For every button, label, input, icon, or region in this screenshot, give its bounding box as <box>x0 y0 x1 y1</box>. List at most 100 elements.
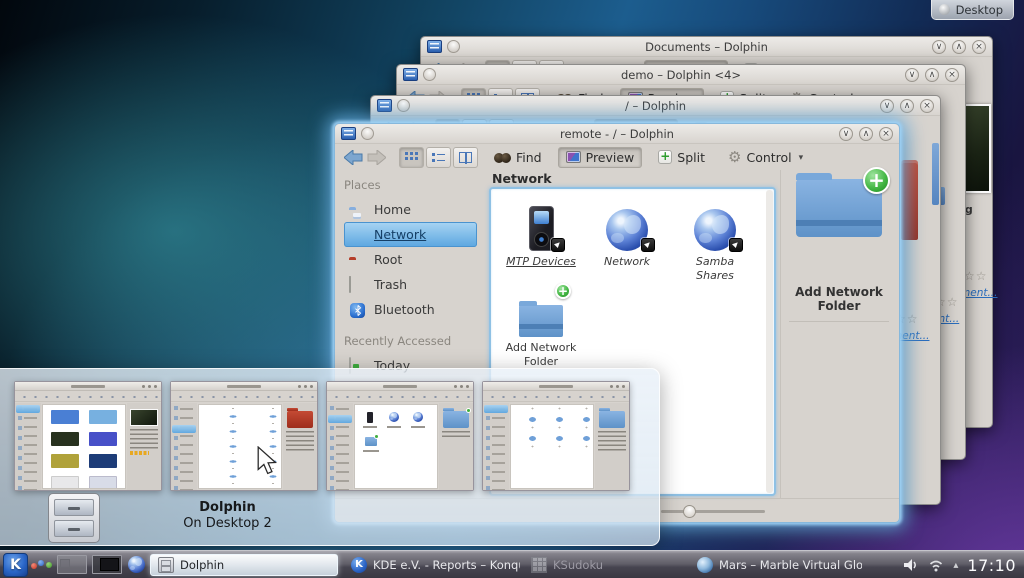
places-header: Places <box>344 178 477 192</box>
window-title: demo – Dolphin <4> <box>457 68 905 82</box>
virtual-desktop-pager <box>57 555 122 574</box>
sidebar-item-network[interactable]: Network <box>344 222 477 247</box>
zoom-slider[interactable] <box>661 510 765 513</box>
thumbnail-info-panel <box>439 403 473 490</box>
titlebar[interactable]: remote - / – Dolphin ∨ ∧ × <box>335 124 899 144</box>
thumbnail-titlebar <box>15 382 161 391</box>
trash-icon <box>349 276 351 293</box>
split-button[interactable]: +Split <box>651 148 712 167</box>
task-dolphin[interactable]: Dolphin <box>150 554 338 576</box>
scrollbar[interactable] <box>766 190 773 493</box>
close-button[interactable]: × <box>972 40 986 54</box>
compact-view-button[interactable] <box>426 147 451 168</box>
tray-expander-icon[interactable]: ▴ <box>953 560 958 571</box>
thumbnail-content <box>510 404 594 489</box>
chevron-down-icon: ▾ <box>799 153 804 165</box>
globe-launcher-icon[interactable] <box>128 556 145 573</box>
task-marble[interactable]: Mars – Marble Virtual Globe <box>690 554 862 576</box>
pager-desktop-1[interactable] <box>57 555 87 574</box>
maximize-button[interactable]: ∧ <box>925 68 939 82</box>
control-button[interactable]: ⚙Control▾ <box>721 148 810 167</box>
plasma-cashew-icon <box>939 4 950 15</box>
titlebar[interactable]: / – Dolphin ∨ ∧ × <box>371 96 940 116</box>
file-item-network[interactable]: Network <box>589 201 665 269</box>
thumbnail-titlebar <box>483 382 629 391</box>
volume-icon[interactable] <box>902 558 919 572</box>
window-menu-button[interactable] <box>447 40 460 53</box>
close-button[interactable]: × <box>879 127 893 141</box>
icons-view-button[interactable] <box>399 147 424 168</box>
find-button[interactable]: Find <box>487 148 549 167</box>
preview-button[interactable]: Preview <box>558 147 643 168</box>
sidebar-item-bluetooth[interactable]: Bluetooth <box>344 297 477 322</box>
file-item-samba-shares[interactable]: Samba Shares <box>677 201 753 283</box>
thumbnail-info-panel <box>283 403 317 490</box>
scrollbar-thumb[interactable] <box>932 143 939 205</box>
file-item-mtp-devices[interactable]: MTP Devices <box>503 201 579 269</box>
task-konqueror[interactable]: K KDE e.V. - Reports – Konqueror <box>344 554 520 576</box>
thumbnail-info-panel <box>595 403 629 490</box>
window-thumbnail-remote[interactable] <box>326 381 474 491</box>
pager-desktop-2[interactable] <box>92 555 122 574</box>
link-emblem-icon <box>729 238 743 252</box>
rating-stars[interactable]: ☆☆ <box>964 269 988 283</box>
recently-accessed-header: Recently Accessed <box>344 334 477 348</box>
link-emblem-icon <box>641 238 655 252</box>
minimize-button[interactable]: ∨ <box>880 99 894 113</box>
kde-menu-button[interactable]: K <box>3 553 28 577</box>
mouse-cursor <box>256 446 278 476</box>
location-breadcrumb[interactable]: Network <box>487 170 779 186</box>
close-button[interactable]: × <box>920 99 934 113</box>
zoom-slider-knob[interactable] <box>683 505 696 518</box>
desktop-toolbox-label: Desktop <box>956 3 1003 17</box>
window-thumbnail-root[interactable] <box>170 381 318 491</box>
preview-icon <box>566 151 581 163</box>
thumbnail-sidebar <box>483 403 509 490</box>
task-ksudoku[interactable]: KSudoku <box>524 554 608 576</box>
window-title: remote - / – Dolphin <box>395 127 839 141</box>
plus-badge-icon: + <box>555 283 571 299</box>
close-button[interactable]: × <box>945 68 959 82</box>
details-view-button[interactable] <box>453 147 478 168</box>
network-signal-icon[interactable] <box>928 559 944 572</box>
dolphin-app-icon <box>377 99 392 112</box>
red-folder-icon <box>287 411 313 428</box>
dolphin-app-icon <box>403 68 418 81</box>
taskbar: K Dolphin K KDE e.V. - Reports – Konquer… <box>0 550 1024 578</box>
window-menu-button[interactable] <box>361 127 374 140</box>
maximize-button[interactable]: ∧ <box>952 40 966 54</box>
sidebar-item-root[interactable]: Root <box>344 247 477 272</box>
window-menu-button[interactable] <box>397 99 410 112</box>
file-item-add-network-folder[interactable]: + Add Network Folder <box>503 287 579 369</box>
clock[interactable]: 17:10 <box>967 556 1016 575</box>
window-thumbnail-home[interactable] <box>482 381 630 491</box>
titlebar[interactable]: Documents – Dolphin ∨ ∧ × <box>421 37 992 57</box>
window-menu-button[interactable] <box>423 68 436 81</box>
thumbnail-toolbar <box>15 391 161 402</box>
forward-icon[interactable] <box>367 150 386 165</box>
maximize-button[interactable]: ∧ <box>900 99 914 113</box>
colored-dots-launcher-icon[interactable] <box>31 559 53 571</box>
maximize-button[interactable]: ∧ <box>859 127 873 141</box>
media-player-icon <box>529 206 554 251</box>
ksudoku-grid-icon <box>531 557 547 573</box>
folder-plus-icon <box>443 411 469 428</box>
thumbnail-toolbar <box>327 391 473 402</box>
minimize-button[interactable]: ∨ <box>932 40 946 54</box>
sidebar-item-trash[interactable]: Trash <box>344 272 477 297</box>
info-panel-red-folder <box>901 160 918 240</box>
sidebar-item-home[interactable]: Home <box>344 197 477 222</box>
dolphin-task-icon <box>158 557 174 573</box>
desktop-toolbox-button[interactable]: Desktop <box>931 0 1014 20</box>
dolphin-app-icon <box>427 40 442 53</box>
titlebar[interactable]: demo – Dolphin <4> ∨ ∧ × <box>397 65 965 85</box>
thumbnail-content <box>354 404 438 489</box>
back-icon[interactable] <box>344 150 363 165</box>
link-emblem-icon <box>551 238 565 252</box>
window-thumbnail-documents[interactable] <box>14 381 162 491</box>
info-panel-title: Add Network Folder <box>781 285 897 313</box>
minimize-button[interactable]: ∨ <box>905 68 919 82</box>
minimize-button[interactable]: ∨ <box>839 127 853 141</box>
system-tray: ▴ 17:10 <box>902 551 1024 578</box>
home-folder-icon <box>599 411 625 428</box>
